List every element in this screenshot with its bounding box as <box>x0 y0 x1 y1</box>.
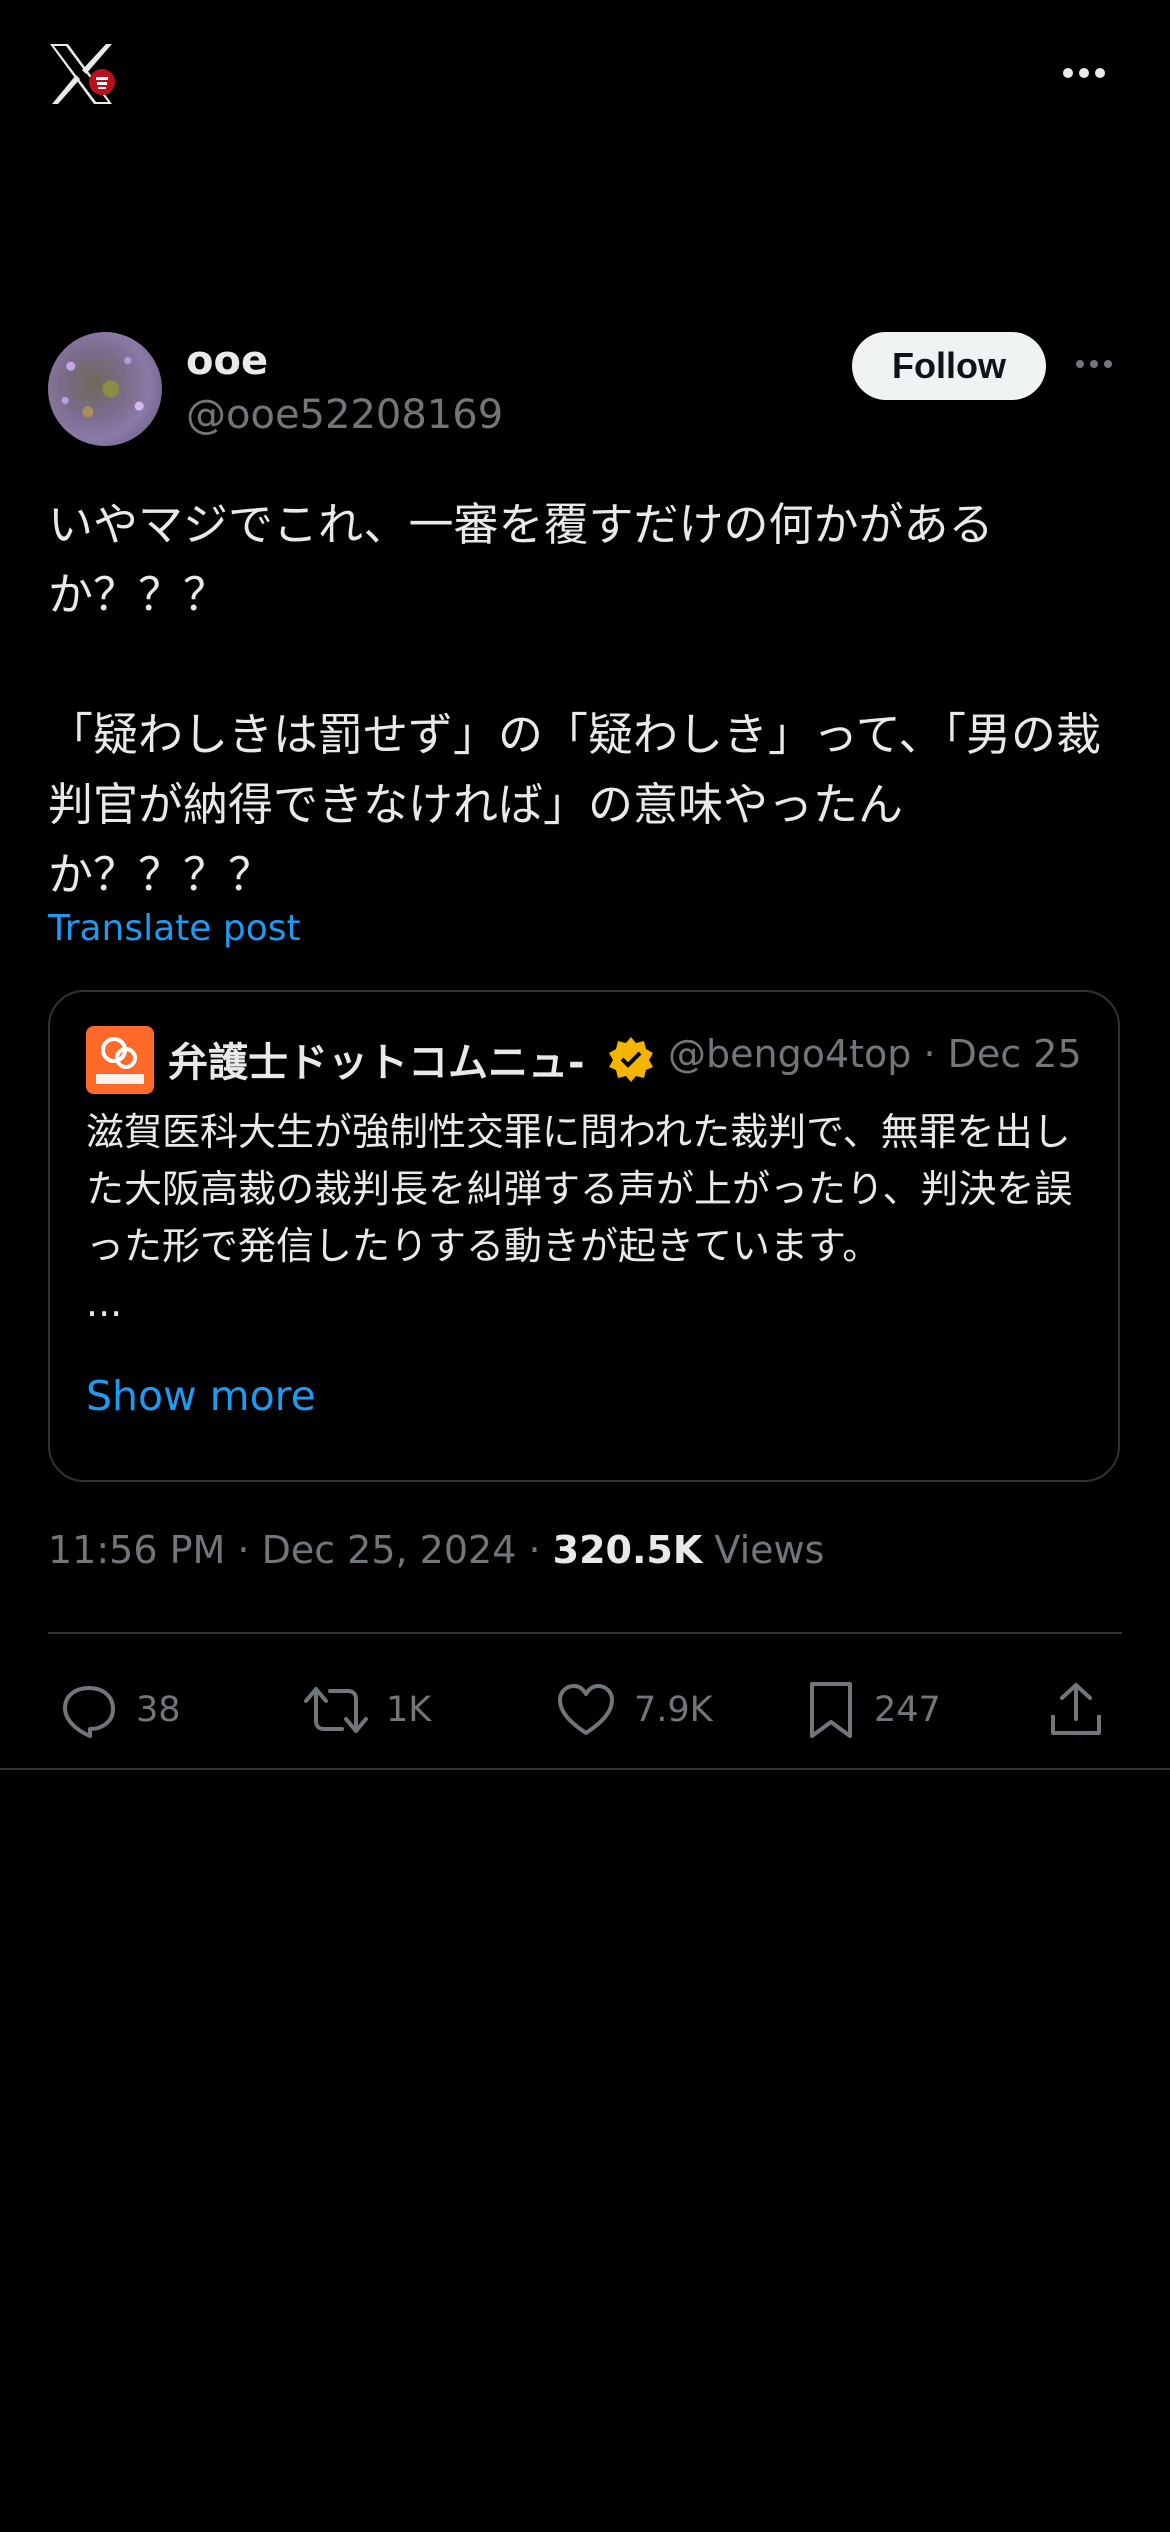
bookmark-button[interactable]: 247 <box>806 1670 941 1750</box>
show-more-link[interactable]: Show more <box>86 1372 316 1420</box>
translate-post-link[interactable]: Translate post <box>48 908 301 949</box>
repost-count: 1K <box>386 1690 432 1730</box>
like-button[interactable]: 7.9K <box>556 1670 713 1750</box>
quote-avatar <box>86 1026 154 1094</box>
quote-author-handle: @bengo4top <box>668 1032 912 1076</box>
share-button[interactable] <box>1048 1670 1104 1750</box>
verified-badge-icon <box>606 1034 656 1084</box>
quote-date: Dec 25 <box>947 1032 1082 1076</box>
tweet-time[interactable]: 11:56 PM <box>48 1528 225 1572</box>
tweet-more-icon[interactable] <box>1072 352 1116 376</box>
meta-separator: · <box>923 1032 948 1076</box>
bookmark-icon <box>806 1680 856 1740</box>
avatar[interactable] <box>48 332 162 446</box>
share-icon <box>1048 1681 1104 1739</box>
reply-count: 38 <box>136 1690 181 1730</box>
quote-text: 滋賀医科大生が強制性交罪に問われた裁判で、無罪を出した大阪高裁の裁判長を糾弾する… <box>86 1110 1073 1325</box>
x-logo-icon[interactable] <box>46 38 118 110</box>
heart-icon <box>556 1681 616 1739</box>
follow-button[interactable]: Follow <box>852 332 1046 400</box>
repost-button[interactable]: 1K <box>304 1670 431 1750</box>
tweet-date[interactable]: Dec 25, 2024 <box>262 1528 517 1572</box>
more-horizontal-icon[interactable] <box>1054 58 1114 88</box>
divider <box>48 1632 1122 1634</box>
divider <box>0 1768 1170 1770</box>
author-name[interactable]: ooe <box>186 338 268 384</box>
meta-separator: · <box>237 1528 262 1572</box>
repost-icon <box>304 1681 368 1739</box>
tweet-meta: 11:56 PM · Dec 25, 2024 · 320.5K Views <box>48 1528 824 1572</box>
meta-separator: · <box>528 1528 553 1572</box>
author-handle[interactable]: @ooe52208169 <box>186 392 503 438</box>
bookmark-count: 247 <box>874 1690 941 1730</box>
tweet-text: いやマジでこれ、一審を覆すだけの何かがあるか？？？ 「疑わしきは罰せず」の「疑わ… <box>48 498 1102 901</box>
reply-button[interactable]: 38 <box>60 1670 181 1750</box>
like-count: 7.9K <box>634 1690 713 1730</box>
views-label: Views <box>714 1528 825 1572</box>
reply-icon <box>60 1681 118 1739</box>
views-count: 320.5K <box>552 1528 703 1572</box>
action-bar: 38 1K 7.9K 247 <box>48 1670 1122 1750</box>
quoted-tweet[interactable]: 弁護士ドットコムニュ- @bengo4top · Dec 25 滋賀医科大生が強… <box>48 990 1120 1482</box>
top-bar <box>0 0 1170 150</box>
quote-author-name: 弁護士ドットコムニュ- <box>168 1040 585 1086</box>
quote-meta: @bengo4top · Dec 25 <box>668 1032 1082 1076</box>
